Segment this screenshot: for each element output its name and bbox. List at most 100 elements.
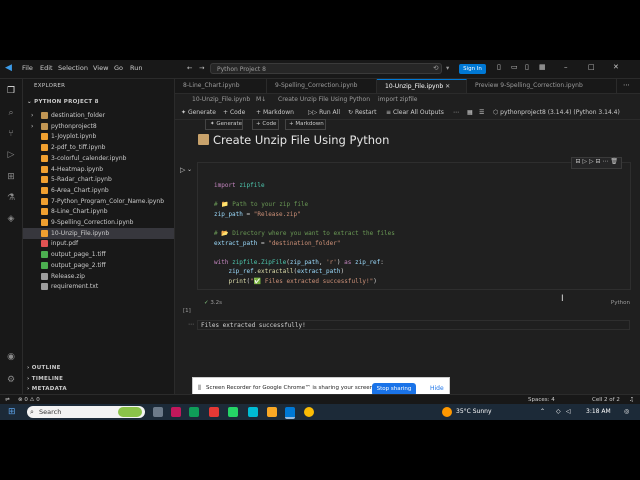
kernel-selector[interactable]: ⬡ pythonproject8 (3.14.4) (Python 3.14.4… [493,106,620,119]
run-cell-icon[interactable]: ▷ [180,166,185,174]
breadcrumb-markdown[interactable]: M↓ [256,94,266,105]
explorer-item[interactable]: output_page_2.tiff [23,260,174,271]
back-arrow-icon[interactable]: ← [187,64,192,72]
task-view-icon[interactable] [153,407,163,417]
chrome-icon[interactable] [304,407,314,417]
delete-cell-icon[interactable]: 🗑 [610,158,618,165]
app-teal-icon[interactable] [248,407,258,417]
search-icon[interactable]: ⌕ [5,107,17,119]
timeline-section[interactable]: › TIMELINE [27,376,63,382]
app-red-icon[interactable] [209,407,219,417]
add-markdown-button[interactable]: + Markdown [256,106,294,119]
outline-icon[interactable]: ☰ [479,106,484,119]
execute-above-icon[interactable]: ⊟ [575,158,580,165]
code-cell[interactable]: ⊟ ▷ ▷ ⊟ ⋯ 🗑 import zipfile # 📁 Path to y… [197,157,631,306]
menu-selection[interactable]: Selection [58,64,88,72]
sign-in-button[interactable]: Sign In [459,64,486,74]
breadcrumb-cell[interactable]: import zipfile [378,94,417,105]
code-editor[interactable]: import zipfile # 📁 Path to your zip file… [214,181,395,287]
breadcrumb-heading[interactable]: Create Unzip File Using Python [278,94,370,105]
explorer-item[interactable]: 3-colorful_calender.ipynb [23,153,174,164]
tab-unzip-file[interactable]: 10-Unzip_File.ipynb ✕ [377,79,467,93]
testing-icon[interactable]: ⚗ [5,192,17,204]
copilot-icon[interactable]: ⟲ [433,64,438,72]
variables-icon[interactable]: ▦ [467,106,473,119]
customize-layout-icon[interactable]: ▦ [539,63,546,71]
menu-go[interactable]: Go [114,64,123,72]
menu-edit[interactable]: Edit [40,64,53,72]
vscode-taskbar-icon[interactable] [285,407,295,419]
hide-button[interactable]: Hide [430,385,444,392]
layout-aux-icon[interactable]: ▯ [525,63,529,71]
layout-sidebar-icon[interactable]: ▯ [497,63,501,71]
layout-panel-icon[interactable]: ▭ [511,63,518,71]
run-all-button[interactable]: ▷▷ Run All [308,106,340,119]
chevron-down-icon[interactable]: ▾ [446,64,449,72]
taskbar-search[interactable]: ⌕ Search [27,406,145,418]
output-menu-icon[interactable]: ⋯ [188,321,194,328]
generate-button[interactable]: ✦ Generate [181,106,216,119]
mini-generate-button[interactable]: ✦ Generate [205,119,243,130]
network-icon[interactable]: ◇ [556,408,561,415]
explorer-item[interactable]: 5-Radar_chart.ipynb [23,174,174,185]
clear-outputs-button[interactable]: ≡ Clear All Outputs [386,106,444,119]
explorer-item[interactable]: output_page_1.tiff [23,249,174,260]
volume-icon[interactable]: ◁ [566,408,571,415]
maximize-icon[interactable]: □ [588,63,595,71]
more-cell-actions-icon[interactable]: ⋯ [602,158,608,165]
explorer-item[interactable]: 9-Spelling_Correction.ipynb [23,217,174,228]
menu-view[interactable]: View [93,64,108,72]
menu-file[interactable]: File [22,64,33,72]
more-actions-icon[interactable]: ⋯ [623,81,630,89]
menu-run[interactable]: Run [130,64,142,72]
settings-gear-icon[interactable]: ⚙ [5,374,17,386]
edge-icon[interactable] [189,407,199,417]
weather-text[interactable]: 35°C Sunny [456,408,492,415]
split-cell-icon[interactable]: ▷ [589,158,594,165]
add-code-button[interactable]: + Code [223,106,245,119]
explorer-item[interactable]: 1-Joyplot.ipynb [23,131,174,142]
explorer-item[interactable]: › pythonproject8 [23,121,174,132]
explorer-item[interactable]: input.pdf [23,238,174,249]
collapse-icon[interactable]: ⊟ [596,158,601,165]
tab-spelling-correction[interactable]: 9-Spelling_Correction.ipynb [267,79,377,93]
tab-preview-spelling[interactable]: Preview 9-Spelling_Correction.ipynb [467,79,617,93]
explorer-item[interactable]: 7-Python_Program_Color_Name.ipynb [23,196,174,207]
explorer-item[interactable]: › destination_folder [23,110,174,121]
mini-markdown-button[interactable]: + Markdown [285,119,326,130]
explorer-item[interactable]: 2-pdf_to_tiff.ipynb [23,142,174,153]
breadcrumb-file[interactable]: 10-Unzip_File.ipynb [192,94,250,105]
mini-code-button[interactable]: + Code [252,119,279,130]
explorer-item[interactable]: 10-Unzip_File.ipynb [23,227,174,239]
tab-line-chart[interactable]: 8-Line_Chart.ipynb [175,79,267,93]
explorer-item[interactable]: 6-Area_Chart.ipynb [23,185,174,196]
outline-section[interactable]: › OUTLINE [27,365,61,371]
command-center-search[interactable]: Python Project 8 [210,63,442,74]
account-icon[interactable]: ◉ [5,351,17,363]
project-root[interactable]: ⌄ PYTHON PROJECT 8 [27,99,99,105]
metadata-section[interactable]: › METADATA [27,386,67,392]
cell-language[interactable]: Python [611,300,630,306]
tray-chevron-icon[interactable]: ⌃ [540,408,545,415]
windows-start-icon[interactable]: ⊞ [8,407,18,417]
explorer-item[interactable]: 8-Line_Chart.ipynb [23,206,174,217]
more-icon[interactable]: ⋯ [453,106,459,119]
explorer-item[interactable]: 4-Heatmap.ipynb [23,164,174,175]
python-icon[interactable]: ◈ [5,213,17,225]
explorer-item[interactable]: requirement.txt [23,281,174,292]
copilot-app-icon[interactable] [171,407,181,417]
run-debug-icon[interactable]: ▷ [5,149,17,161]
execute-below-icon[interactable]: ▷ [582,158,587,165]
whatsapp-icon[interactable] [228,407,238,417]
run-options-icon[interactable]: ⌄ [187,166,192,173]
clock[interactable]: 3:18 AM [586,408,611,415]
explorer-item[interactable]: Release.zip [23,271,174,282]
explorer-icon[interactable]: ❐ [5,85,17,97]
file-explorer-icon[interactable] [267,407,277,417]
minimize-icon[interactable]: – [564,63,568,71]
forward-arrow-icon[interactable]: → [199,64,204,72]
close-icon[interactable]: ✕ [613,63,619,71]
extensions-icon[interactable]: ⊞ [5,171,17,183]
close-tab-icon[interactable]: ✕ [445,83,450,90]
source-control-icon[interactable]: ⑂ [5,128,17,140]
